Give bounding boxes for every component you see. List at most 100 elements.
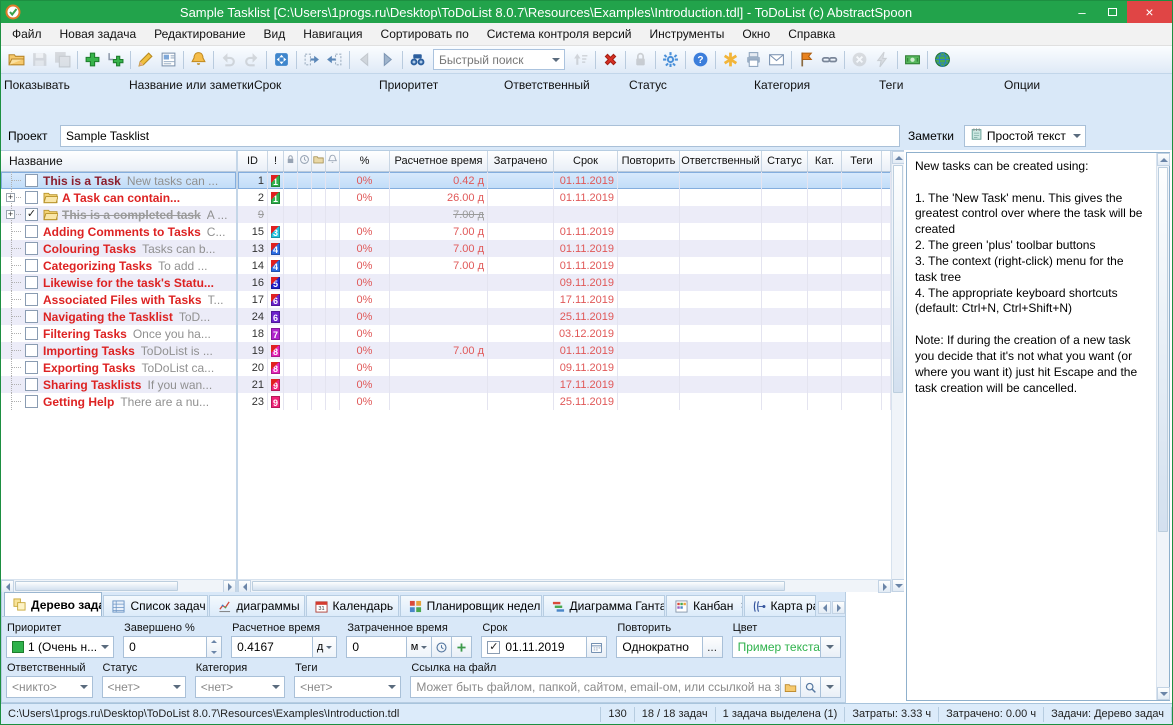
due-date-input[interactable]: ✓ 01.11.2019 [481, 636, 587, 658]
link-icon[interactable] [818, 48, 841, 71]
help-icon[interactable]: ? [689, 48, 712, 71]
move-right-icon[interactable] [300, 48, 323, 71]
estimate-input[interactable]: 0.4167 д [231, 636, 337, 658]
find-icon[interactable] [406, 48, 429, 71]
task-tree-row[interactable]: +✓This is a completed taskA ... [1, 206, 236, 223]
task-checkbox[interactable] [25, 191, 38, 204]
tab-mindmap[interactable]: Карта ра [744, 595, 816, 616]
tree-header[interactable]: Название [1, 151, 236, 172]
percent-spinner[interactable] [207, 636, 222, 658]
column-header-file[interactable] [312, 151, 326, 171]
menu-item[interactable]: Файл [3, 24, 51, 44]
task-grid-row[interactable]: 1760%17.11.2019 [238, 291, 891, 308]
maximize-icon[interactable] [270, 48, 293, 71]
delete-icon[interactable] [599, 48, 622, 71]
new-task-icon[interactable] [81, 48, 104, 71]
tags-combo[interactable]: <нет> [294, 676, 401, 698]
maximize-button[interactable] [1097, 1, 1127, 23]
move-left-icon[interactable] [323, 48, 346, 71]
percent-done-input[interactable]: 0 [123, 636, 207, 658]
tree-hscrollbar[interactable] [1, 579, 236, 592]
task-checkbox[interactable] [25, 378, 38, 391]
preferences-icon[interactable] [659, 48, 682, 71]
task-tree-row[interactable]: Colouring TasksTasks can b... [1, 240, 236, 257]
file-link-dropdown[interactable] [821, 676, 841, 698]
project-input[interactable] [60, 125, 900, 147]
expand-icon[interactable]: + [6, 193, 15, 202]
task-tree-row[interactable]: Importing TasksToDoList is ... [1, 342, 236, 359]
task-grid-row[interactable]: 1870%03.12.2019 [238, 325, 891, 342]
reminder-icon[interactable] [187, 48, 210, 71]
task-checkbox[interactable] [25, 344, 38, 357]
due-date-checkbox[interactable]: ✓ [487, 641, 500, 654]
menu-item[interactable]: Вид [255, 24, 295, 44]
task-grid-row[interactable]: 97.00 д [238, 206, 891, 223]
category-combo[interactable]: <нет> [195, 676, 285, 698]
column-header-priority[interactable]: ! [268, 151, 284, 171]
menu-item[interactable]: Система контроля версий [478, 24, 641, 44]
column-header-clock[interactable] [298, 151, 312, 171]
column-header-cat[interactable]: Кат. [808, 151, 842, 171]
column-header-tags[interactable]: Теги [842, 151, 882, 171]
task-grid-row[interactable]: 2460%25.11.2019 [238, 308, 891, 325]
task-grid-row[interactable]: 2190%17.11.2019 [238, 376, 891, 393]
task-grid-row[interactable]: 1340%7.00 д01.11.2019 [238, 240, 891, 257]
menu-item[interactable]: Редактирование [145, 24, 254, 44]
task-grid-row[interactable]: 110%0.42 д01.11.2019 [238, 172, 891, 189]
expand-icon[interactable]: + [6, 210, 15, 219]
tab-tree[interactable]: Дерево задач [4, 592, 102, 616]
column-header-spent[interactable]: Затрачено [488, 151, 554, 171]
tab-scroll-left[interactable] [818, 601, 831, 614]
browse-file-icon[interactable] [781, 676, 801, 698]
tab-list[interactable]: Список задач× [103, 595, 208, 616]
task-tree-row[interactable]: Adding Comments to TasksC... [1, 223, 236, 240]
tab-calendar[interactable]: 31Календарь× [306, 595, 399, 616]
grid-hscrollbar[interactable] [238, 579, 891, 592]
task-checkbox[interactable] [25, 259, 38, 272]
menu-item[interactable]: Навигация [294, 24, 371, 44]
task-tree-row[interactable]: Getting HelpThere are a nu... [1, 393, 236, 410]
task-grid-row[interactable]: 210%26.00 д01.11.2019 [238, 189, 891, 206]
add-time-button[interactable] [452, 636, 472, 658]
column-header-id[interactable]: ID [238, 151, 268, 171]
task-tree-row[interactable]: Likewise for the task's Statu... [1, 274, 236, 291]
notes-text[interactable]: New tasks can be created using: 1. The '… [907, 153, 1156, 700]
task-checkbox[interactable] [25, 327, 38, 340]
task-tree-row[interactable]: Sharing TasklistsIf you wan... [1, 376, 236, 393]
donate-icon[interactable] [901, 48, 924, 71]
menu-item[interactable]: Сортировать по [372, 24, 478, 44]
tab-gantt[interactable]: Диаграмма Ганта× [543, 595, 666, 616]
task-checkbox[interactable] [25, 225, 38, 238]
column-header-bell[interactable] [326, 151, 340, 171]
forward-icon[interactable] [795, 48, 818, 71]
task-grid-row[interactable]: 2390%25.11.2019 [238, 393, 891, 410]
edit-icon[interactable] [134, 48, 157, 71]
allocated-to-combo[interactable]: <никто> [6, 676, 93, 698]
print-icon[interactable] [742, 48, 765, 71]
task-notes-icon[interactable] [157, 48, 180, 71]
tab-scroll-right[interactable] [832, 601, 845, 614]
column-header-repeat[interactable]: Повторить [618, 151, 680, 171]
task-checkbox[interactable]: ✓ [25, 208, 38, 221]
recurrence-edit-button[interactable]: ... [703, 636, 723, 658]
task-checkbox[interactable] [25, 174, 38, 187]
color-dropdown-button[interactable] [821, 636, 841, 658]
estimate-unit-dropdown[interactable]: д [312, 637, 336, 657]
minimize-button[interactable]: – [1067, 1, 1097, 23]
task-checkbox[interactable] [25, 310, 38, 323]
close-button[interactable]: × [1127, 1, 1172, 23]
task-grid-row[interactable]: 2080%09.11.2019 [238, 359, 891, 376]
task-checkbox[interactable] [25, 293, 38, 306]
scroll-up-icon[interactable] [1157, 153, 1170, 166]
task-grid-row[interactable]: 1980%7.00 д01.11.2019 [238, 342, 891, 359]
column-header-assigned[interactable]: Ответственный [680, 151, 762, 171]
time-spent-input[interactable]: 0 м [346, 636, 432, 658]
chevron-down-icon[interactable] [548, 50, 564, 69]
calendar-icon[interactable] [587, 636, 607, 658]
task-checkbox[interactable] [25, 276, 38, 289]
notes-scrollbar[interactable] [1156, 153, 1169, 700]
task-tree-row[interactable]: Categorizing TasksTo add ... [1, 257, 236, 274]
close-tab-icon[interactable]: × [740, 600, 742, 612]
menu-item[interactable]: Справка [779, 24, 844, 44]
column-header-estimate[interactable]: Расчетное время [390, 151, 488, 171]
